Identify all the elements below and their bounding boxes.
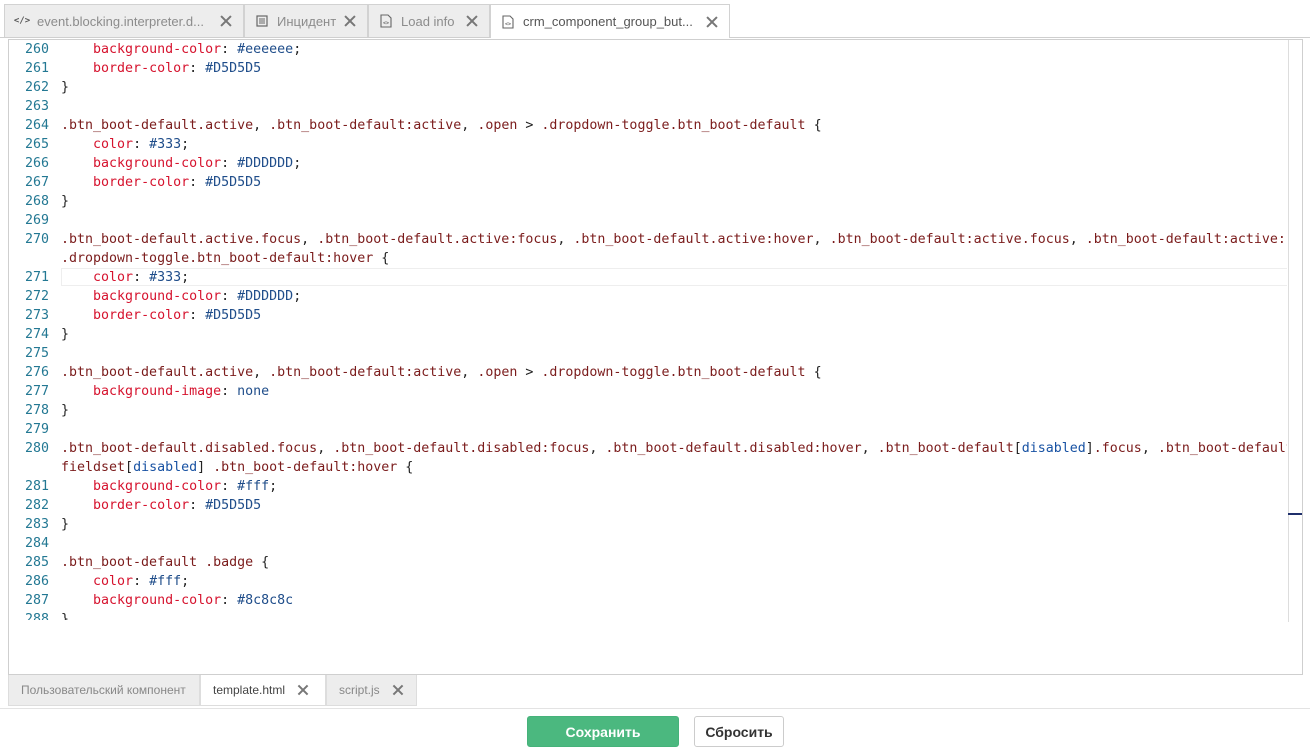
line-number: 273	[24, 308, 49, 323]
line-text: background-color: #8c8c8c	[93, 593, 294, 608]
close-icon[interactable]	[705, 15, 719, 29]
close-icon[interactable]	[392, 684, 404, 696]
line-text: background-color: #DDDDDD;	[93, 156, 302, 171]
close-icon[interactable]	[343, 14, 357, 28]
reset-button[interactable]: Сбросить	[694, 716, 784, 747]
line-text: border-color: #D5D5D5	[93, 308, 262, 323]
line-number: 266	[24, 156, 49, 171]
tab-template-html[interactable]: template.html	[200, 675, 326, 706]
tab-event-blocking-interpreter[interactable]: </> event.blocking.interpreter.d...	[4, 4, 244, 37]
line-number: 284	[24, 536, 49, 551]
line-number: 283	[24, 517, 49, 532]
tab-custom-component[interactable]: Пользовательский компонент	[8, 675, 200, 706]
file-code-icon: <>	[379, 14, 393, 28]
line-text: }	[61, 612, 70, 620]
file-code-icon: <>	[501, 14, 515, 29]
line-number: 261	[24, 61, 49, 76]
line-number: 269	[24, 213, 49, 228]
line-text: .btn_boot-default.active.focus, .btn_boo…	[61, 232, 1287, 247]
tab-label: crm_component_group_but...	[523, 14, 693, 29]
tab-label: Инцидент	[277, 13, 337, 29]
line-number: 274	[24, 327, 49, 342]
line-number: 288	[24, 612, 49, 620]
editor-scrollbar[interactable]	[1288, 40, 1289, 622]
tab-crm-component-group[interactable]: <> crm_component_group_but...	[490, 4, 730, 38]
editor-tab-bar: </> event.blocking.interpreter.d... Инци…	[0, 0, 1310, 38]
close-icon[interactable]	[465, 14, 479, 28]
code-content[interactable]: 260 background-color: #eeeeee; 261 border…	[9, 40, 1287, 620]
svg-text:<>: <>	[383, 21, 389, 27]
tab-label: template.html	[213, 683, 286, 697]
line-number: 262	[24, 80, 49, 95]
line-number: 272	[24, 289, 49, 304]
line-number: 265	[24, 137, 49, 152]
svg-text:<>: <>	[505, 21, 511, 27]
line-number: 275	[24, 346, 49, 361]
line-text: fieldset[disabled] .btn_boot-default:hov…	[61, 460, 414, 475]
file-tab-bar: Пользовательский компонент template.html…	[8, 675, 1303, 706]
line-text: border-color: #D5D5D5	[93, 61, 262, 76]
line-number: 285	[24, 555, 49, 570]
line-text: background-color: #eeeeee;	[93, 42, 302, 57]
tab-script-js[interactable]: script.js	[326, 675, 417, 706]
line-text: color: #fff;	[93, 574, 190, 589]
line-text: }	[61, 403, 70, 418]
line-number: 277	[24, 384, 49, 399]
tab-label: script.js	[339, 683, 380, 697]
footer-actions: Сохранить Сбросить	[0, 708, 1310, 754]
close-icon[interactable]	[297, 684, 309, 696]
close-icon[interactable]	[219, 14, 233, 28]
code-editor[interactable]: 260 background-color: #eeeeee; 261 border…	[8, 39, 1303, 675]
code-icon: </>	[13, 16, 31, 26]
tab-load-info[interactable]: <> Load info	[368, 4, 490, 37]
line-text: background-image: none	[93, 384, 270, 399]
line-number: 282	[24, 498, 49, 513]
line-text: .btn_boot-default.active, .btn_boot-defa…	[61, 118, 822, 133]
line-text: }	[61, 327, 70, 342]
line-text: .dropdown-toggle.btn_boot-default:hover …	[61, 251, 390, 266]
line-text: }	[61, 517, 70, 532]
tab-label: event.blocking.interpreter.d...	[37, 13, 204, 29]
line-number: 279	[24, 422, 49, 437]
line-number: 271	[24, 270, 49, 285]
save-button[interactable]: Сохранить	[527, 716, 679, 747]
line-number: 268	[24, 194, 49, 209]
line-text: border-color: #D5D5D5	[93, 175, 262, 190]
line-number: 281	[24, 479, 49, 494]
tab-incident[interactable]: Инцидент	[244, 4, 368, 37]
tab-label: Load info	[401, 13, 455, 29]
current-line-highlight	[61, 268, 1287, 286]
line-text: color: #333;	[93, 270, 190, 285]
scrollbar-marker	[1288, 513, 1302, 515]
tab-label: Пользовательский компонент	[21, 683, 186, 697]
line-number: 286	[24, 574, 49, 589]
line-text: .btn_boot-default.active, .btn_boot-defa…	[61, 365, 822, 380]
line-text: .btn_boot-default.disabled.focus, .btn_b…	[61, 441, 1287, 456]
line-number: 280	[24, 441, 49, 456]
line-number: 264	[24, 118, 49, 133]
line-number: 263	[24, 99, 49, 114]
line-number: 270	[24, 232, 49, 247]
line-text: background-color: #DDDDDD;	[93, 289, 302, 304]
line-text: }	[61, 80, 70, 95]
line-number: 267	[24, 175, 49, 190]
line-number: 278	[24, 403, 49, 418]
line-text: color: #333;	[93, 137, 190, 152]
line-text: }	[61, 194, 70, 209]
document-icon	[255, 14, 269, 28]
line-text: background-color: #fff;	[93, 479, 278, 494]
line-number: 287	[24, 593, 49, 608]
line-number: 276	[24, 365, 49, 380]
line-number: 260	[24, 42, 49, 57]
line-text: .btn_boot-default .badge {	[61, 555, 270, 570]
line-text: border-color: #D5D5D5	[93, 498, 262, 513]
